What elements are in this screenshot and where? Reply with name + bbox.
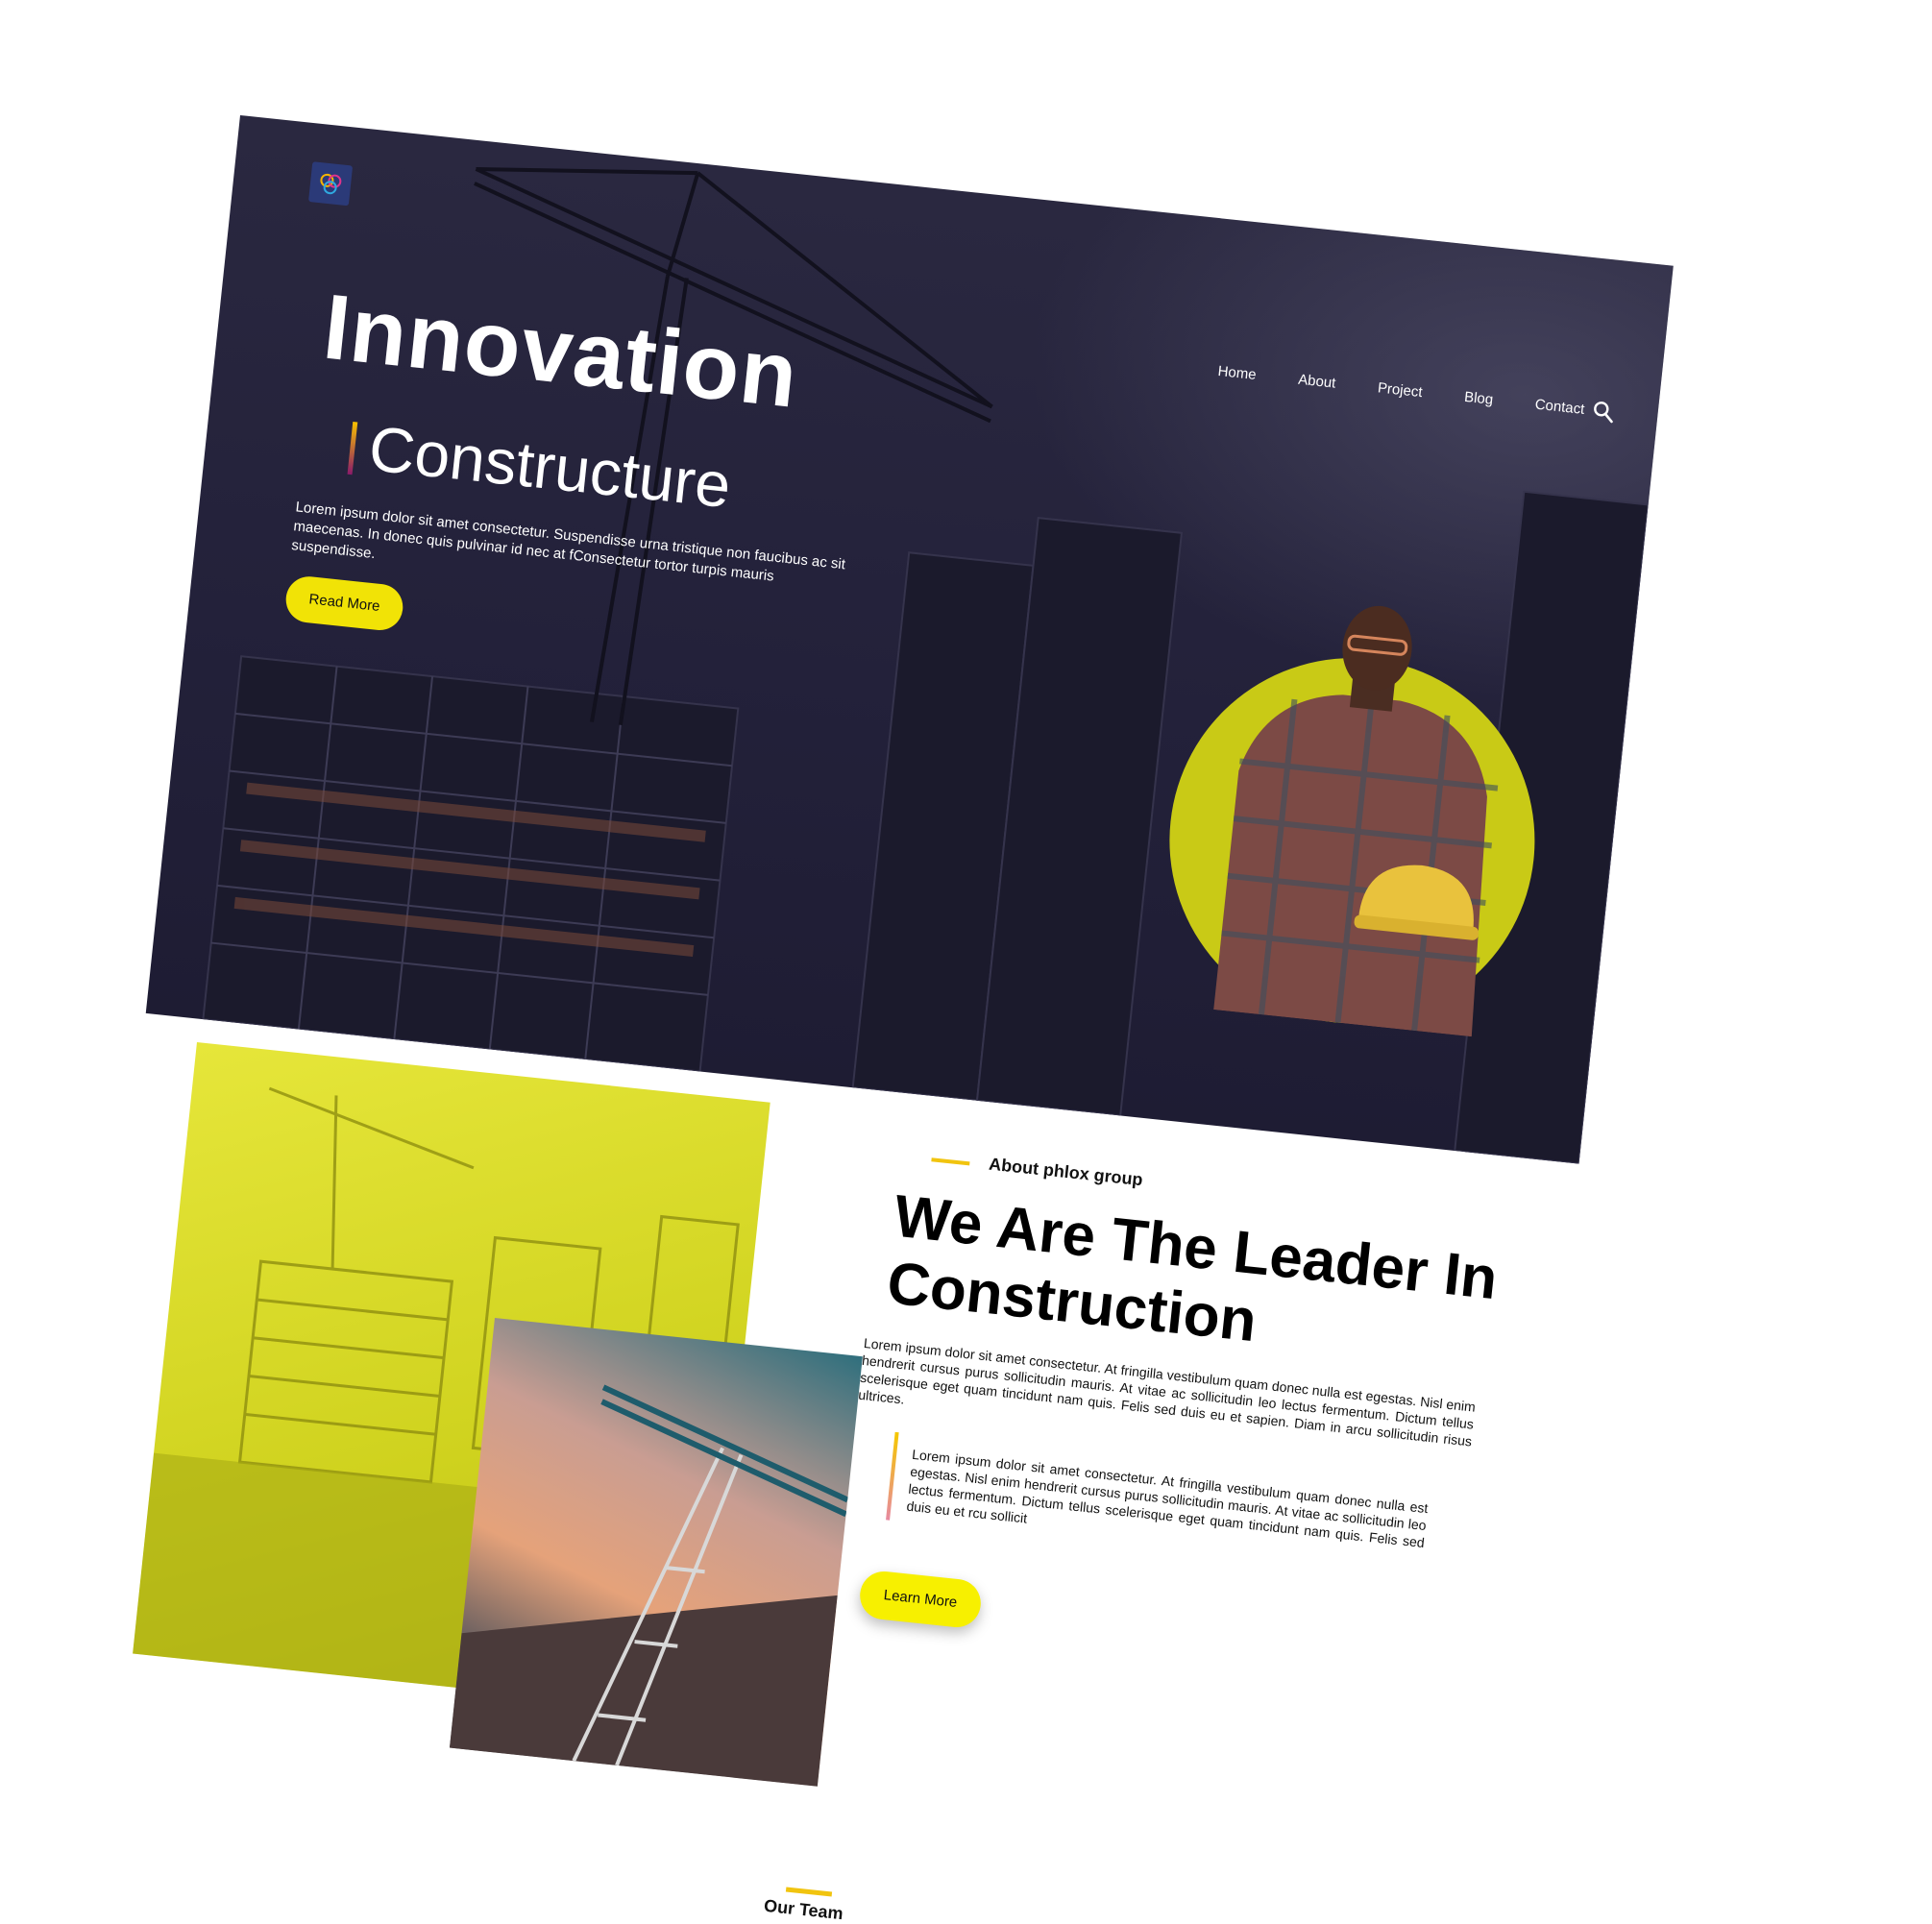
crane-tower-illustration — [449, 1384, 849, 1787]
hero-section: Home About Project Blog Contact Innovati… — [145, 115, 1674, 1164]
about-kicker: About phlox group — [988, 1154, 1144, 1190]
worker-portrait-image — [1213, 605, 1499, 1037]
logo-icon — [320, 173, 342, 195]
kicker-accent-line — [931, 1157, 970, 1166]
team-accent-line — [785, 1887, 833, 1897]
quote-accent-bar — [886, 1431, 899, 1521]
our-team-label: Our Team — [763, 1895, 844, 1924]
brand-logo[interactable] — [307, 161, 354, 207]
crane-sky-image — [449, 1318, 863, 1787]
search-icon[interactable] — [1591, 400, 1616, 425]
nav-blog[interactable]: Blog — [1463, 389, 1494, 408]
learn-more-button[interactable]: Learn More — [857, 1569, 984, 1630]
about-section: About phlox group We Are The Leader In C… — [858, 1153, 1553, 1550]
about-paragraph-2: Lorem ipsum dolor sit amet consectetur. … — [905, 1446, 1430, 1550]
